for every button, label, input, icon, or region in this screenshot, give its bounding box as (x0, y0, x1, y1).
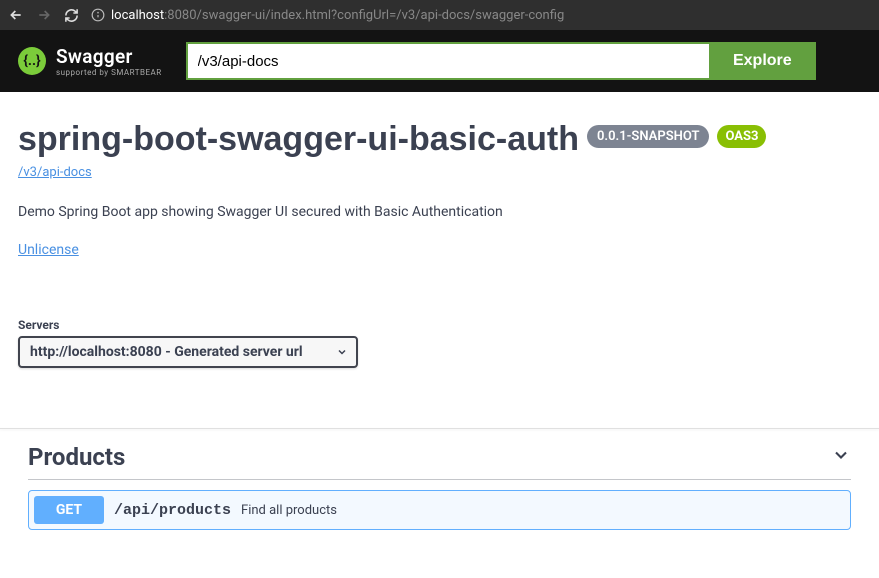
http-method-badge: GET (34, 496, 104, 524)
reload-button[interactable] (64, 8, 79, 23)
operation-block[interactable]: GET /api/products Find all products (28, 490, 851, 530)
tag-header[interactable]: Products (28, 443, 851, 480)
browser-chrome-bar: localhost:8080/swagger-ui/index.html?con… (0, 0, 879, 30)
operation-summary: Find all products (241, 503, 337, 518)
explore-button[interactable]: Explore (709, 42, 816, 80)
servers-block: Servers http://localhost:8080 - Generate… (18, 318, 861, 368)
info-icon (91, 8, 105, 22)
servers-selected: http://localhost:8080 - Generated server… (30, 344, 303, 360)
url-host: localhost (111, 8, 164, 23)
spec-url-input[interactable] (186, 42, 709, 80)
tag-name: Products (28, 443, 125, 471)
swagger-logo-icon: {..} (18, 47, 46, 75)
servers-label: Servers (18, 318, 861, 332)
api-description: Demo Spring Boot app showing Swagger UI … (18, 204, 861, 220)
swagger-header: {..} Swagger supported by SMARTBEAR Expl… (0, 30, 879, 92)
main-content: spring-boot-swagger-ui-basic-auth 0.0.1-… (0, 92, 879, 398)
api-docs-link[interactable]: /v3/api-docs (18, 165, 92, 180)
explore-form: Explore (186, 42, 816, 80)
brand-name: Swagger (56, 45, 133, 68)
back-button[interactable] (8, 7, 24, 23)
forward-button[interactable] (36, 7, 52, 23)
chevron-down-icon (336, 343, 348, 362)
operation-path: /api/products (114, 502, 231, 519)
version-badge: 0.0.1-SNAPSHOT (587, 125, 709, 148)
brand-sub: supported by SMARTBEAR (56, 68, 162, 77)
logo[interactable]: {..} Swagger supported by SMARTBEAR (18, 45, 162, 77)
url-path: :8080/swagger-ui/index.html?configUrl=/v… (164, 8, 564, 23)
api-title: spring-boot-swagger-ui-basic-auth (18, 120, 579, 159)
license-link[interactable]: Unlicense (18, 242, 79, 258)
tag-section: Products GET /api/products Find all prod… (18, 429, 861, 530)
oas-badge: OAS3 (717, 125, 766, 148)
chevron-down-icon (831, 445, 851, 469)
address-bar[interactable]: localhost:8080/swagger-ui/index.html?con… (91, 8, 871, 23)
servers-select[interactable]: http://localhost:8080 - Generated server… (18, 336, 358, 368)
